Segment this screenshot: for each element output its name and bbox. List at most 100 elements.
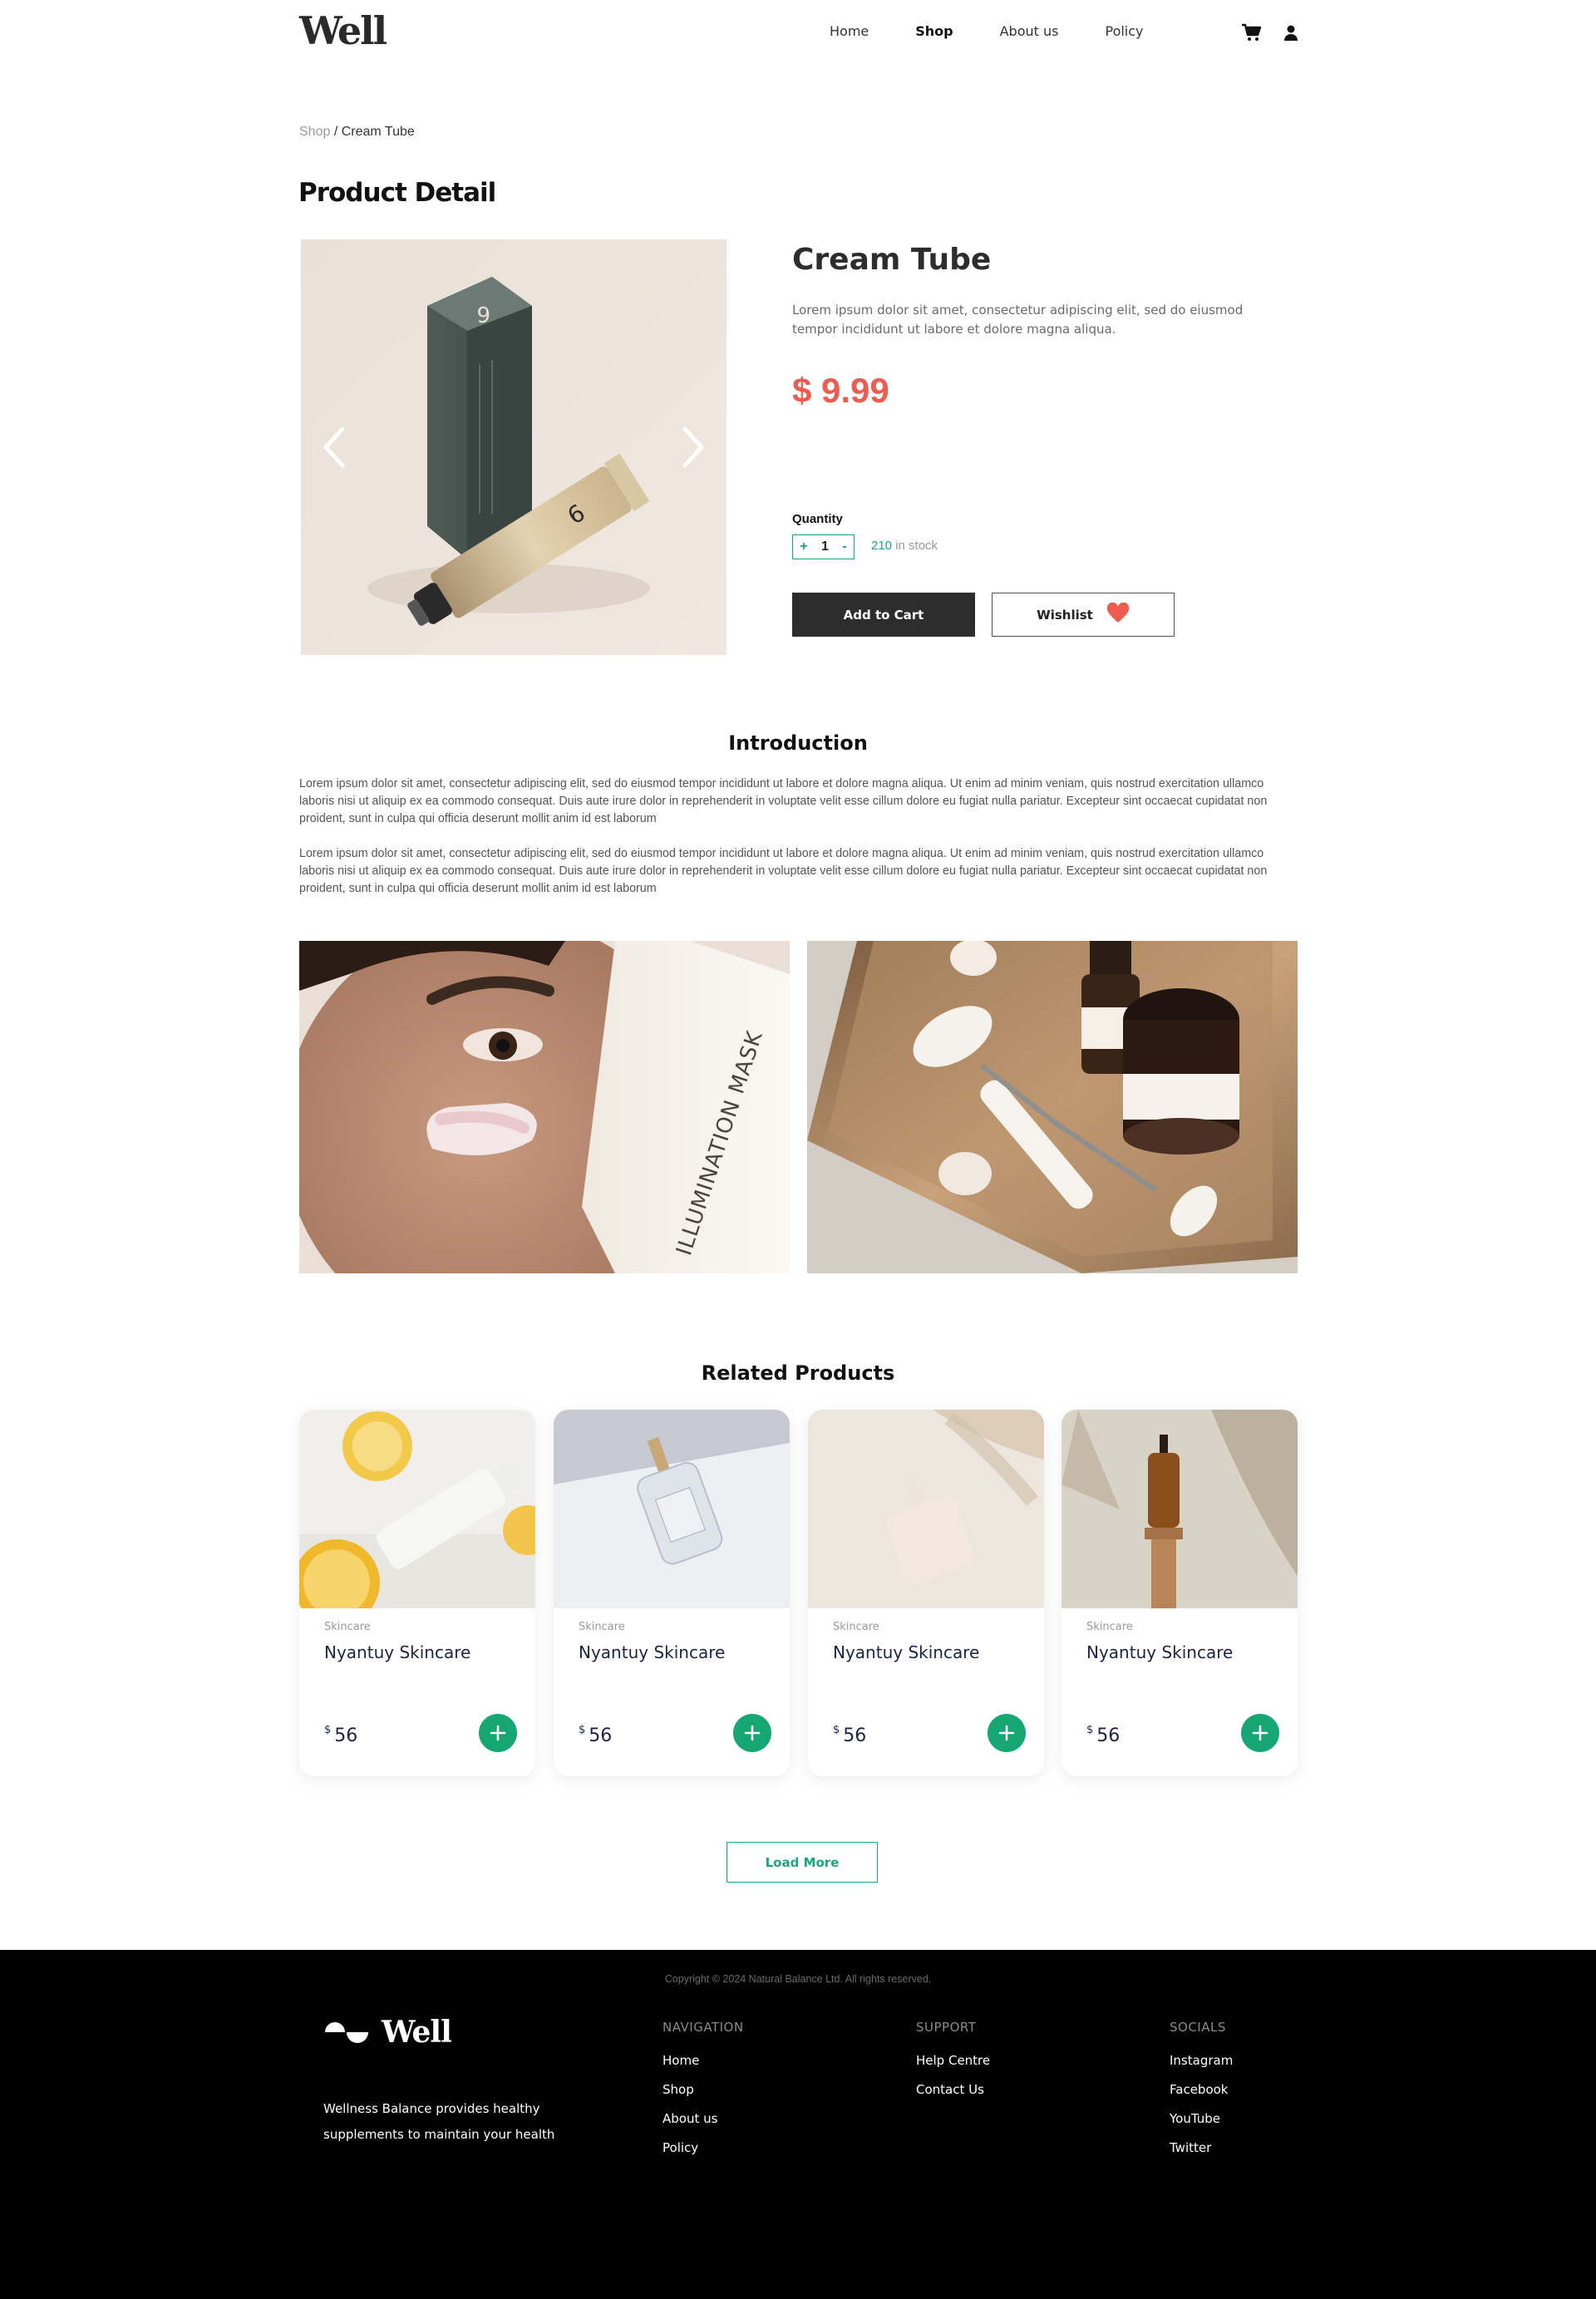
carousel-prev-arrow[interactable] <box>319 424 349 470</box>
product-price: $ 9.99 <box>792 371 889 410</box>
footer-support-title: SUPPORT <box>916 2020 977 2035</box>
breadcrumb: Shop / Cream Tube <box>299 125 415 140</box>
footer-link-help-centre[interactable]: Help Centre <box>916 2046 990 2075</box>
footer-logo[interactable]: Well <box>323 2015 452 2050</box>
product-image-carousel: 6 6 <box>301 239 727 655</box>
product-card-name[interactable]: Nyantuy Skincare <box>579 1642 725 1662</box>
price-value: 56 <box>1096 1725 1121 1746</box>
user-icon[interactable] <box>1280 22 1302 43</box>
intro-paragraph-2: Lorem ipsum dolor sit amet, consectetur … <box>299 847 1268 895</box>
cart-icon[interactable] <box>1240 22 1262 43</box>
product-card[interactable]: Skincare Nyantuy Skincare $56 <box>554 1410 790 1776</box>
load-more-label: Load More <box>765 1854 840 1870</box>
product-card-price: $56 <box>833 1724 866 1746</box>
breadcrumb-shop[interactable]: Shop <box>299 125 330 139</box>
product-name: Cream Tube <box>792 243 992 277</box>
heart-icon <box>1106 602 1130 628</box>
quantity-value[interactable]: 1 <box>821 539 829 554</box>
main-nav: Home Shop About us Policy <box>830 23 1190 39</box>
footer-link-twitter[interactable]: Twitter <box>1170 2134 1233 2163</box>
plus-icon <box>490 1725 506 1741</box>
copyright: Copyright © 2024 Natural Balance Ltd. Al… <box>664 1973 932 1985</box>
wave-logo-icon <box>325 2022 368 2043</box>
svg-text:6: 6 <box>476 301 490 326</box>
site-header: Well Home Shop About us Policy <box>0 0 1596 66</box>
site-footer: Well Wellness Balance provides healthy s… <box>0 1950 1596 2299</box>
nav-policy[interactable]: Policy <box>1105 23 1143 39</box>
product-card[interactable]: Skincare Nyantuy Skincare $56 <box>299 1410 535 1776</box>
footer-socials: SOCIALS Instagram Facebook YouTube Twitt… <box>1170 2020 1233 2163</box>
nav-about[interactable]: About us <box>1000 23 1059 39</box>
quantity-stepper: + 1 - <box>792 534 855 559</box>
add-to-cart-plus-button[interactable] <box>479 1714 517 1752</box>
footer-navigation-title: NAVIGATION <box>663 2020 744 2035</box>
product-category: Skincare <box>1086 1621 1133 1633</box>
footer-link-instagram[interactable]: Instagram <box>1170 2046 1233 2075</box>
stock-label: in stock <box>892 539 938 553</box>
product-category: Skincare <box>579 1621 625 1633</box>
footer-navigation: NAVIGATION Home Shop About us Policy <box>663 2020 744 2163</box>
plus-icon <box>998 1725 1015 1741</box>
footer-link-shop[interactable]: Shop <box>663 2075 744 2105</box>
product-card-name[interactable]: Nyantuy Skincare <box>1086 1642 1233 1662</box>
product-photo: 6 6 <box>301 239 727 655</box>
add-to-cart-label: Add to Cart <box>843 607 924 623</box>
product-card-image <box>299 1410 535 1608</box>
stock-info: 210 in stock <box>871 539 938 553</box>
breadcrumb-current: Cream Tube <box>341 125 415 139</box>
footer-link-facebook[interactable]: Facebook <box>1170 2075 1233 2105</box>
footer-link-home[interactable]: Home <box>663 2046 744 2075</box>
price-value: 56 <box>843 1725 867 1746</box>
product-category: Skincare <box>324 1621 371 1633</box>
feature-image-mask: ILLUMINATION MASK <box>299 941 790 1273</box>
site-logo[interactable]: Well <box>299 8 387 53</box>
footer-socials-title: SOCIALS <box>1170 2020 1226 2035</box>
product-card-name[interactable]: Nyantuy Skincare <box>324 1642 470 1662</box>
breadcrumb-separator: / <box>330 125 342 139</box>
nav-shop[interactable]: Shop <box>915 23 953 39</box>
carousel-next-arrow[interactable] <box>678 424 708 470</box>
price-value: 56 <box>334 1725 358 1746</box>
footer-link-contact[interactable]: Contact Us <box>916 2075 990 2105</box>
product-card-price: $56 <box>324 1724 357 1746</box>
add-to-cart-plus-button[interactable] <box>1241 1714 1279 1752</box>
footer-support: SUPPORT Help Centre Contact Us <box>916 2020 990 2105</box>
currency-symbol: $ <box>579 1724 586 1736</box>
quantity-increase-button[interactable]: + <box>800 539 807 554</box>
wishlist-button[interactable]: Wishlist <box>992 593 1175 637</box>
add-to-cart-plus-button[interactable] <box>733 1714 771 1752</box>
feature-image-tray <box>807 941 1298 1273</box>
page-title: Product Detail <box>298 178 496 208</box>
footer-logo-text: Well <box>382 2015 452 2050</box>
product-card[interactable]: Skincare Nyantuy Skincare $56 <box>808 1410 1044 1776</box>
header-icons <box>1240 22 1302 43</box>
wishlist-label: Wishlist <box>1037 607 1093 623</box>
intro-title: Introduction <box>728 731 868 755</box>
currency-symbol: $ <box>833 1724 840 1736</box>
footer-link-about[interactable]: About us <box>663 2105 744 2134</box>
footer-tagline: Wellness Balance provides healthy supple… <box>323 2101 555 2142</box>
load-more-button[interactable]: Load More <box>727 1842 878 1883</box>
product-card-image <box>1062 1410 1298 1608</box>
add-to-cart-plus-button[interactable] <box>988 1714 1026 1752</box>
price-value: 56 <box>589 1725 613 1746</box>
currency-symbol: $ <box>1086 1724 1094 1736</box>
footer-link-policy[interactable]: Policy <box>663 2134 744 2163</box>
stock-count: 210 <box>871 539 893 553</box>
quantity-label: Quantity <box>792 512 843 526</box>
add-to-cart-button[interactable]: Add to Cart <box>792 593 975 637</box>
product-card-price: $56 <box>579 1724 612 1746</box>
footer-link-youtube[interactable]: YouTube <box>1170 2105 1233 2134</box>
nav-home[interactable]: Home <box>830 23 869 39</box>
product-card-price: $56 <box>1086 1724 1120 1746</box>
plus-icon <box>744 1725 761 1741</box>
product-card-image <box>554 1410 790 1608</box>
related-title: Related Products <box>701 1361 895 1385</box>
intro-paragraph-1: Lorem ipsum dolor sit amet, consectetur … <box>299 777 1268 825</box>
quantity-decrease-button[interactable]: - <box>842 539 846 554</box>
product-card[interactable]: Skincare Nyantuy Skincare $56 <box>1062 1410 1298 1776</box>
plus-icon <box>1252 1725 1268 1741</box>
product-card-image <box>808 1410 1044 1608</box>
product-category: Skincare <box>833 1621 879 1633</box>
product-card-name[interactable]: Nyantuy Skincare <box>833 1642 979 1662</box>
